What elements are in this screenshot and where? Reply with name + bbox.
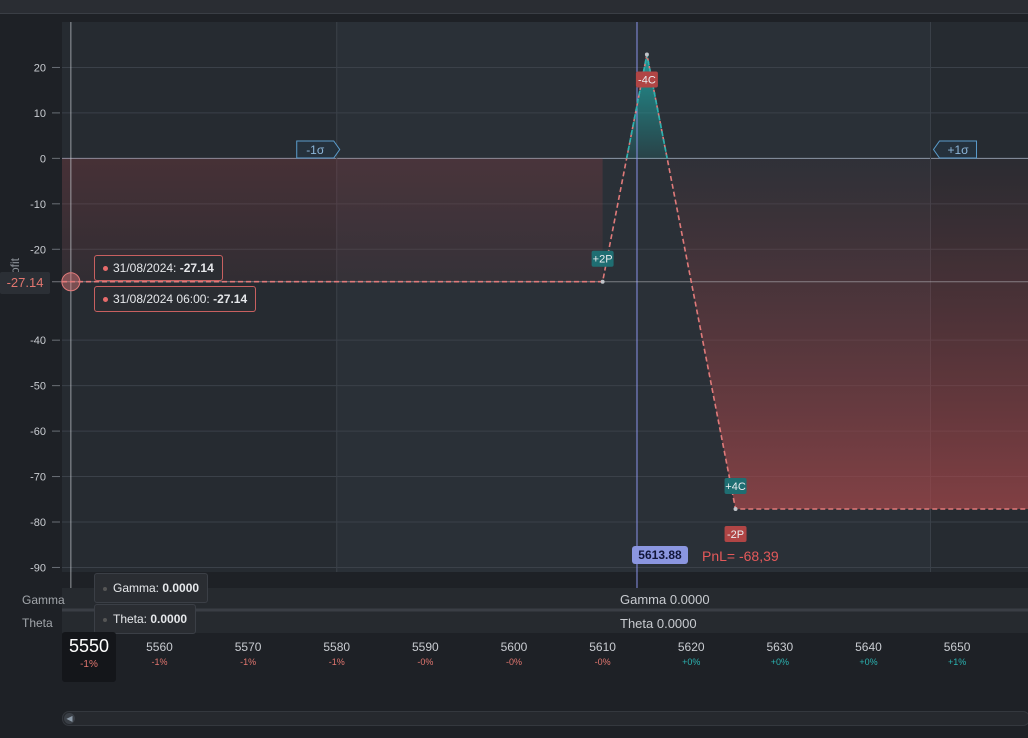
pnl-vertex [600, 279, 605, 284]
x-tick-label: 5580 [323, 640, 350, 654]
theta-dot-icon [103, 617, 107, 622]
y-tick-label: -70 [30, 472, 46, 484]
x-tick-pct: +1% [948, 657, 966, 667]
y-tick-label: -60 [30, 426, 46, 438]
x-tick-pct: -0% [506, 657, 522, 667]
y-tick-label: -90 [30, 562, 46, 574]
crosshair-x-label: 5550 -1% [62, 632, 116, 682]
y-tick-label: 20 [34, 62, 46, 74]
x-tick-label: 5630 [767, 640, 794, 654]
x-tick-pct: -0% [595, 657, 611, 667]
time-dot-icon [103, 297, 108, 303]
leg-label: +2P [593, 254, 613, 266]
x-tick-pct: +0% [859, 657, 877, 667]
y-tick-labels: 20 10 0 -10 -20 -40 -50 -60 -70 -80 -90 [30, 62, 46, 574]
y-tick-label: -80 [30, 517, 46, 529]
horizontal-scrollbar[interactable]: ◀ [62, 711, 1028, 726]
x-tick-pct: -1% [240, 657, 256, 667]
sigma-label: +1σ [947, 143, 969, 157]
crosshair-y-label: -27.14 [0, 272, 50, 294]
theta-tip-name: Theta: [113, 612, 148, 626]
x-tick-pct: -1% [151, 657, 167, 667]
y-tick-label: 10 [34, 108, 46, 120]
leg-label: -4C [638, 74, 656, 86]
pnl-vertex [733, 507, 738, 511]
x-tick-label: 5600 [501, 640, 528, 654]
gamma-tooltip: Gamma: 0.0000 [94, 573, 209, 603]
time-date: 31/08/2024 06:00: [113, 292, 210, 306]
x-tick-label: 5570 [235, 640, 262, 654]
leg-label: +4C [725, 481, 746, 493]
gamma-row-label: Gamma [22, 593, 65, 607]
crosshair-x-pct: -1% [80, 659, 98, 670]
expiry-tooltip: 31/08/2024: -27.14 [94, 255, 223, 281]
y-tick-label: -50 [30, 381, 46, 393]
sigma-label: -1σ [306, 143, 325, 157]
y-tick-label: -40 [30, 335, 46, 347]
x-tick-pct: +0% [682, 657, 700, 667]
expiry-value: -27.14 [179, 261, 214, 275]
x-tick-label: 5610 [589, 640, 616, 654]
time-value: -27.14 [213, 292, 248, 306]
x-tick-label: 5560 [146, 640, 173, 654]
y-tick-label: -10 [30, 199, 46, 211]
expiry-dot-icon [103, 266, 108, 272]
current-price-badge: 5613.88 [632, 546, 688, 564]
theta-center-value: Theta 0.0000 [620, 616, 697, 631]
y-tick-label: -20 [30, 244, 46, 256]
crosshair-dot [61, 272, 81, 292]
x-tick-label: 5640 [855, 640, 882, 654]
x-tick-label: 5620 [678, 640, 705, 654]
x-tick-labels: 5560 -1% 5570 -1% 5580 -1% 5590 -0% 5600 -0% 5610 -… [146, 640, 971, 667]
gamma-tip-value: 0.0000 [162, 581, 200, 595]
gamma-tip-name: Gamma: [113, 581, 160, 595]
theta-row-label: Theta [22, 616, 53, 630]
pnl-vertex [644, 52, 649, 57]
x-tick-label: 5650 [944, 640, 971, 654]
crosshair-x-value: 5550 [68, 636, 110, 656]
x-tick-pct: -1% [329, 657, 345, 667]
gamma-dot-icon [103, 586, 107, 591]
leg-label: -2P [727, 529, 744, 541]
x-tick-label: 5590 [412, 640, 439, 654]
gamma-center-value: Gamma 0.0000 [620, 592, 710, 607]
y-tick-label: 0 [40, 153, 46, 165]
x-tick-pct: -0% [417, 657, 433, 667]
theta-tip-value: 0.0000 [150, 612, 188, 626]
time-tooltip: 31/08/2024 06:00: -27.14 [94, 286, 257, 312]
expiry-date: 31/08/2024: [113, 261, 177, 275]
scroll-left-icon[interactable]: ◀ [64, 713, 75, 724]
theta-tooltip: Theta: 0.0000 [94, 604, 197, 634]
pnl-readout: PnL= -68,39 [702, 548, 779, 564]
x-tick-pct: +0% [771, 657, 789, 667]
